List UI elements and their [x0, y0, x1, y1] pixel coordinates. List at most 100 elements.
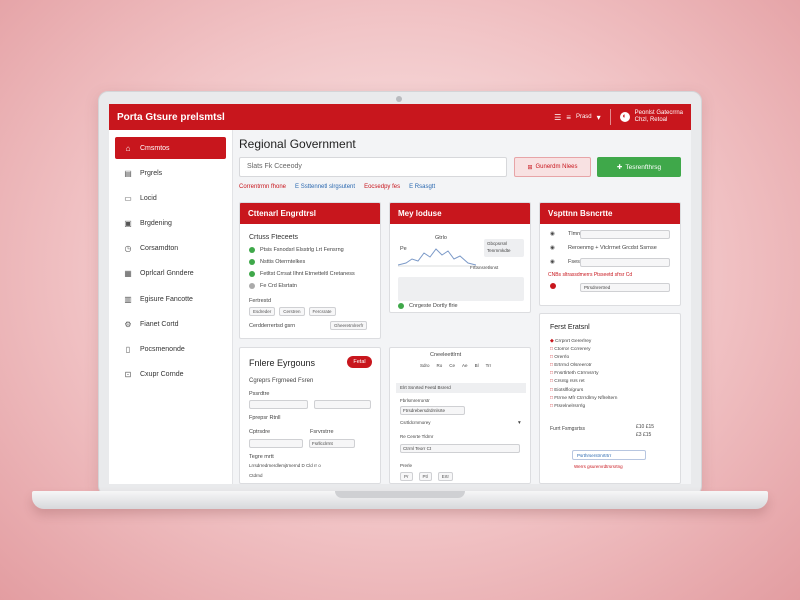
check-icon	[398, 303, 404, 309]
card-chart: Mey loduse Pe Gtrlo Gbcpsrsnl Tenrnmkdte…	[389, 202, 531, 313]
total-value: £3 £15	[636, 432, 652, 438]
summary-button-label: Psrthrserstrnrtrtrr	[577, 453, 612, 458]
card-editor: Cneeleettlrnt Sdro Ro Ce Ae Bl Trr Elrt …	[389, 347, 531, 484]
sidebar-item-5[interactable]: ▦ Oprlcarl Gnndere	[115, 263, 226, 285]
inset-label: Gbcpsrsnl	[487, 241, 508, 246]
filter-links: Correntrmn fhone E Ssttennetl slrgsutent…	[239, 184, 435, 190]
toolbar-item[interactable]: Bl	[475, 363, 479, 368]
grid-icon: ⊞	[527, 164, 533, 171]
sidebar-item-label: Prgrels	[140, 169, 163, 177]
sparkline	[398, 248, 476, 266]
search-input[interactable]: Slats Fk Cceeody	[239, 157, 507, 177]
field-value: Fsrllcclrrnt	[312, 441, 333, 446]
text-field[interactable]: Ctrrnl Teorr Ct	[400, 444, 520, 453]
toolbar-item[interactable]: Ce	[449, 363, 455, 368]
sidebar-item-3[interactable]: ▣ Brgdening	[115, 213, 226, 235]
sidebar-item-7[interactable]: ⚙ Fianet Cortd	[115, 313, 226, 335]
folder-icon: ▭	[124, 193, 132, 203]
setting-row: ◉ Tlmnl	[550, 231, 581, 237]
footer-select[interactable]: Gheeretmlrerfr	[330, 321, 368, 330]
chevron-down-icon[interactable]: ▾	[518, 420, 521, 426]
action-pill[interactable]: Ptl	[418, 472, 432, 481]
setting-field[interactable]	[580, 230, 670, 239]
text-field[interactable]: Ftrsdrebersdrdrnlsrte	[400, 406, 465, 415]
card-title: Vspttnn Bsncrtte	[540, 203, 680, 224]
summary-button[interactable]: Psrthrserstrnrtrtrr	[572, 450, 646, 460]
outline-button-label: Gunerdm Nlees	[535, 164, 578, 170]
action-pill[interactable]: Pr	[400, 472, 413, 481]
sidebar-item-0[interactable]: ⌂ Cmsmtos	[115, 137, 226, 159]
check-icon	[249, 259, 255, 265]
inset-box: Gbcpsrsnl Tenrnmkdte	[484, 239, 524, 257]
toolbar-item[interactable]: Ae	[462, 363, 468, 368]
chart-icon: ▥	[124, 294, 132, 304]
list-item-label: Fnsrtlrteth Ctrrmsrrty	[554, 371, 599, 377]
user-info[interactable]: Peonlst Gatecrrna Chzl, Retoal	[635, 110, 683, 124]
pill[interactable]: Fercsrate	[308, 307, 336, 316]
plus-icon: ✚	[616, 164, 623, 171]
toolbar-item[interactable]: Trr	[486, 363, 492, 368]
link-field[interactable]: Ptrsdnrertred	[580, 283, 670, 292]
brand-title: Porta Gtsure prelsmtsl	[117, 111, 225, 123]
bottom-actions: Pr Ptl Ertr	[400, 472, 454, 481]
list-item-label: Nsttis Oterrntelkes	[260, 259, 306, 265]
lines-icon[interactable]: ≡	[566, 113, 571, 122]
filter-link[interactable]: E Rsasgtt	[409, 184, 435, 190]
user-icon[interactable]: ◐	[619, 112, 630, 122]
home-icon: ⌂	[125, 143, 131, 153]
sidebar-item-6[interactable]: ▥ Egisure Fancotte	[115, 288, 226, 310]
toolbar-item[interactable]: Sdro	[420, 363, 430, 368]
top-bar: Porta Gtsure prelsmtsl ☰ ≡ Prasd ▾ ◐ Peo…	[109, 104, 691, 130]
sidebar-item-8[interactable]: ▯ Pocsmenonde	[115, 339, 226, 361]
red-link[interactable]: Werrs gsurervrdtrsrsrtng	[574, 464, 623, 469]
sidebar-item-9[interactable]: ⊡ Cxupr Cornde	[115, 364, 226, 386]
filter-link[interactable]: Eocsedpy fes	[364, 184, 400, 190]
list-item: ◆ Crrpnrt Gererlrey	[550, 338, 617, 346]
text-field[interactable]: Fsrllcclrrnt	[309, 439, 355, 448]
sidebar-item-label: Locid	[140, 194, 157, 202]
total-label: Furrt Fsmgsrtss	[550, 426, 585, 432]
field-label: Fprepsr Rtnll	[249, 415, 281, 421]
check-icon	[249, 271, 255, 277]
list-item-label: Ptsis Fsnodsrl Elsstrlg Lrt Fensrng	[260, 247, 344, 253]
section-bar: Elrt Ssnrted Feetd Bsrerd	[396, 383, 526, 393]
menu-icon[interactable]: ☰	[554, 113, 561, 122]
setting-field[interactable]	[580, 258, 670, 267]
row-label: Prerle	[400, 463, 413, 468]
pill[interactable]: Esdreder	[249, 307, 276, 316]
laptop-base	[32, 491, 768, 509]
radio-icon[interactable]: ◉	[550, 231, 568, 237]
pill-group: Esdreder Cerstren Fercsrate	[249, 307, 336, 316]
chart-area	[398, 277, 524, 301]
lock-icon: ⊡	[124, 370, 132, 380]
list-item-label: Fe Crd Elsrtatn	[260, 283, 297, 289]
pill[interactable]: Cerstren	[279, 307, 305, 316]
sidebar-item-4[interactable]: ◷ Corsamdton	[115, 238, 226, 260]
radio-icon[interactable]: ◉	[550, 259, 568, 265]
editor-header: Cneeleettlrnt	[430, 352, 462, 358]
list-item-label: Ctorror Ccrrerery	[554, 347, 591, 353]
green-button[interactable]: ✚ Tesrenfthrsg	[597, 157, 681, 177]
green-button-label: Tesrenfthrsg	[625, 163, 662, 171]
sidebar-item-label: Cmsmtos	[140, 144, 170, 152]
filter-link[interactable]: E Ssttennetl slrgsutent	[295, 184, 355, 190]
total-value: £10 £15	[636, 424, 655, 430]
toolbar-item[interactable]: Ro	[437, 363, 443, 368]
sidebar-item-1[interactable]: ▤ Prgrels	[115, 162, 226, 184]
top-label[interactable]: Prasd	[576, 114, 592, 120]
select-field[interactable]	[314, 400, 371, 409]
file-icon: ▯	[125, 345, 131, 354]
action-pill[interactable]: Ertr	[437, 472, 454, 481]
sidebar-item-2[interactable]: ▭ Locid	[115, 187, 226, 209]
status-badge[interactable]: Fetal	[347, 356, 372, 368]
select-field[interactable]	[249, 400, 308, 409]
outline-button[interactable]: ⊞ Gunerdm Nlees	[514, 157, 591, 177]
check-label: Cnrgeste Dortly flrie	[409, 303, 458, 309]
screen: Porta Gtsure prelsmtsl ☰ ≡ Prasd ▾ ◐ Peo…	[109, 104, 691, 484]
select-field[interactable]	[249, 439, 303, 448]
card-form: Fnlere Eyrgouns Fetal Cgreprs Frgrneed F…	[239, 347, 381, 484]
radio-icon[interactable]: ◉	[550, 245, 568, 251]
filter-link[interactable]: Correntrmn fhone	[239, 184, 286, 190]
user-line-2: Chzl, Retoal	[634, 117, 668, 123]
chevron-down-icon[interactable]: ▾	[597, 113, 601, 122]
